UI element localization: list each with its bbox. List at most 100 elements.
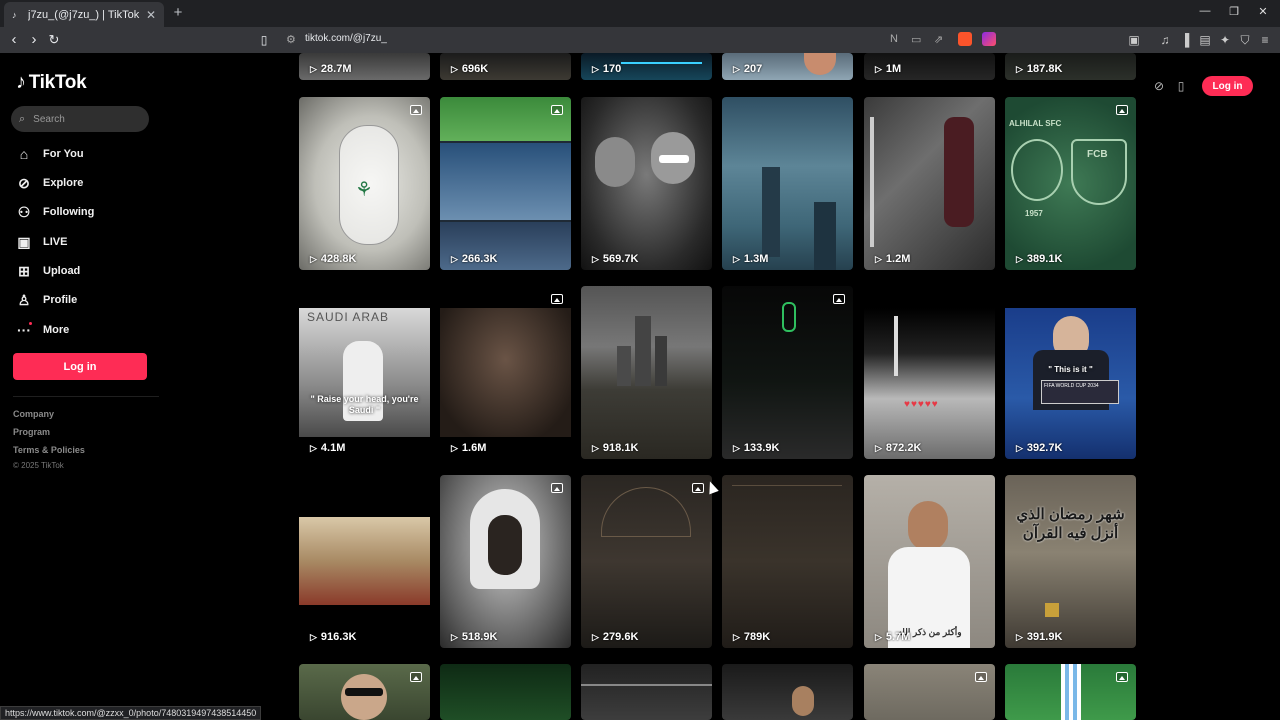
sidebar-item-explore[interactable]: ⊘ Explore bbox=[16, 174, 83, 192]
video-thumbnail[interactable]: " This is it " FIFA WORLD CUP 2034 ▷ 392.… bbox=[1005, 286, 1136, 459]
mobile-app-icon[interactable]: ▯ bbox=[1172, 78, 1190, 94]
video-thumbnail[interactable]: ▷ 789K bbox=[722, 475, 853, 648]
video-thumbnail[interactable] bbox=[722, 664, 853, 720]
video-thumbnail[interactable]: ▷ 518.9K bbox=[440, 475, 571, 648]
photo-icon bbox=[1116, 105, 1128, 115]
compass-icon: ⊘ bbox=[18, 174, 30, 191]
video-thumbnail[interactable]: ▷ 28.7M bbox=[299, 53, 430, 80]
sidebar-item-live[interactable]: ▣ LIVE bbox=[16, 233, 67, 251]
play-icon: ▷ bbox=[733, 442, 740, 453]
video-thumbnail[interactable]: ▷ 279.6K bbox=[581, 475, 712, 648]
sidebar-panel-icon[interactable]: ▣ bbox=[1127, 32, 1141, 48]
view-count: ▷ 1.6M bbox=[451, 442, 487, 454]
search-input[interactable] bbox=[33, 113, 134, 125]
video-thumbnail[interactable]: ▷ 569.7K bbox=[581, 97, 712, 270]
video-thumbnail[interactable]: ♥♥♥♥♥ ▷ 872.2K bbox=[864, 286, 995, 459]
restore-icon[interactable]: ❐ bbox=[1227, 5, 1241, 18]
sidebar-item-label: More bbox=[43, 324, 70, 336]
leo-ai-icon[interactable]: ✦ bbox=[1218, 32, 1232, 48]
reload-icon[interactable]: ↻ bbox=[46, 31, 62, 49]
photo-icon bbox=[975, 672, 987, 682]
view-count: ▷ 170 bbox=[592, 63, 622, 75]
footer-link-program[interactable]: Program bbox=[13, 427, 50, 437]
new-tab-icon[interactable]: + bbox=[170, 4, 186, 22]
video-thumbnail[interactable]: SAUDI ARAB " Raise your head, you're Sau… bbox=[299, 286, 430, 459]
sidebar-item-profile[interactable]: ♙ Profile bbox=[16, 291, 78, 309]
video-thumbnail[interactable]: ▷ 187.8K bbox=[1005, 53, 1136, 80]
video-thumbnail[interactable]: ▷ 133.9K bbox=[722, 286, 853, 459]
brave-shield-icon[interactable] bbox=[958, 32, 972, 46]
video-thumbnail[interactable]: ▷ 170 bbox=[581, 53, 712, 80]
wallet-icon[interactable]: ▤ bbox=[1198, 32, 1212, 48]
video-thumbnail[interactable]: ⚘ ▷ 428.8K bbox=[299, 97, 430, 270]
translate-icon[interactable]: N bbox=[890, 33, 898, 45]
play-icon: ▷ bbox=[1016, 63, 1023, 74]
reader-icon[interactable]: ▐ bbox=[1178, 32, 1192, 48]
search-box[interactable]: ⌕ bbox=[11, 106, 149, 132]
video-thumbnail[interactable]: شهر رمضان الذي أنزل فيه القرآن ▷ 391.9K bbox=[1005, 475, 1136, 648]
sidebar-login-button[interactable]: Log in bbox=[13, 353, 147, 380]
view-count: ▷ 428.8K bbox=[310, 253, 357, 265]
video-thumbnail[interactable]: ▷ 918.1K bbox=[581, 286, 712, 459]
video-thumbnail[interactable]: ALHILAL SFC FCB 1957 ▷ 389.1K bbox=[1005, 97, 1136, 270]
video-thumbnail[interactable]: ▷ 1.3M bbox=[722, 97, 853, 270]
video-thumbnail[interactable]: ▷ 266.3K bbox=[440, 97, 571, 270]
menu-icon[interactable]: ≡ bbox=[1258, 32, 1272, 48]
minimize-icon[interactable]: — bbox=[1198, 5, 1212, 17]
photo-icon bbox=[551, 483, 563, 493]
video-thumbnail[interactable]: ▷ 207 bbox=[722, 53, 853, 80]
video-thumbnail[interactable] bbox=[581, 664, 712, 720]
header-login-button[interactable]: Log in bbox=[1202, 76, 1253, 96]
sidebar-item-upload[interactable]: ⊞ Upload bbox=[16, 262, 80, 280]
music-icon[interactable]: ♫ bbox=[1158, 32, 1172, 48]
video-thumbnail[interactable]: ▷ 916.3K bbox=[299, 475, 430, 648]
caption: " Raise your head, you're Saudi " bbox=[310, 394, 419, 415]
skyscraper-shape bbox=[635, 316, 651, 386]
view-count: ▷ 518.9K bbox=[451, 631, 498, 643]
minaret-shape bbox=[894, 316, 898, 376]
play-icon: ▷ bbox=[733, 631, 740, 642]
view-count: ▷ 187.8K bbox=[1016, 63, 1063, 75]
video-thumbnail[interactable] bbox=[864, 664, 995, 720]
close-tab-icon[interactable]: ✕ bbox=[146, 8, 156, 22]
goalpost-shape bbox=[870, 117, 874, 247]
bookmark-icon[interactable]: ▯ bbox=[256, 31, 272, 49]
video-thumbnail[interactable] bbox=[440, 664, 571, 720]
play-icon: ▷ bbox=[451, 631, 458, 642]
site-info-icon[interactable]: ⚙ bbox=[286, 33, 296, 46]
photo-icon bbox=[692, 483, 704, 493]
status-bar: https://www.tiktok.com/@zzxx_0/photo/748… bbox=[0, 706, 262, 720]
vpn-icon[interactable]: ⛉ bbox=[1238, 32, 1252, 48]
hearts-icon: ♥♥♥♥♥ bbox=[904, 399, 939, 410]
view-count: ▷ 279.6K bbox=[592, 631, 639, 643]
footer-link-terms[interactable]: Terms & Policies bbox=[13, 445, 85, 455]
video-thumbnail[interactable] bbox=[299, 664, 430, 720]
video-thumbnail[interactable]: ▷ 1.2M bbox=[864, 97, 995, 270]
sidebar-item-label: Following bbox=[43, 206, 95, 218]
close-window-icon[interactable]: ✕ bbox=[1256, 5, 1270, 18]
forward-icon[interactable]: › bbox=[26, 31, 42, 49]
share-icon[interactable]: ⇗ bbox=[934, 33, 943, 46]
view-count: ▷ 569.7K bbox=[592, 253, 639, 265]
video-thumbnail[interactable]: ▷ 1M bbox=[864, 53, 995, 80]
tab-title: j7zu_(@j7zu_) | TikTok bbox=[28, 8, 140, 21]
video-thumbnail[interactable] bbox=[1005, 664, 1136, 720]
mosque-image bbox=[864, 308, 995, 459]
video-thumbnail[interactable]: ▷ 1.6M bbox=[440, 286, 571, 459]
cast-icon[interactable]: ▭ bbox=[911, 33, 921, 46]
browser-tab[interactable]: ♪ j7zu_(@j7zu_) | TikTok ✕ bbox=[4, 2, 164, 27]
sidebar-item-more[interactable]: ··· More bbox=[16, 321, 69, 339]
tiktok-logo[interactable]: ♪ TikTok bbox=[16, 71, 87, 94]
back-icon[interactable]: ‹ bbox=[6, 31, 22, 49]
crest-year: 1957 bbox=[1025, 209, 1043, 218]
rewards-icon[interactable] bbox=[982, 32, 996, 46]
url-field[interactable]: tiktok.com/@j7zu_ bbox=[305, 33, 387, 44]
sidebar-item-for-you[interactable]: ⌂ For You bbox=[16, 145, 84, 163]
view-count: ▷ 392.7K bbox=[1016, 442, 1063, 454]
footer-link-company[interactable]: Company bbox=[13, 409, 54, 419]
sidebar-item-following[interactable]: ⚇ Following bbox=[16, 203, 95, 221]
video-thumbnail[interactable]: وأكثر من ذكر الله ▷ 5.7M bbox=[864, 475, 995, 648]
video-thumbnail[interactable]: ▷ 696K bbox=[440, 53, 571, 80]
tower-shape bbox=[814, 202, 836, 270]
coins-icon[interactable]: ⊘ bbox=[1150, 78, 1168, 94]
